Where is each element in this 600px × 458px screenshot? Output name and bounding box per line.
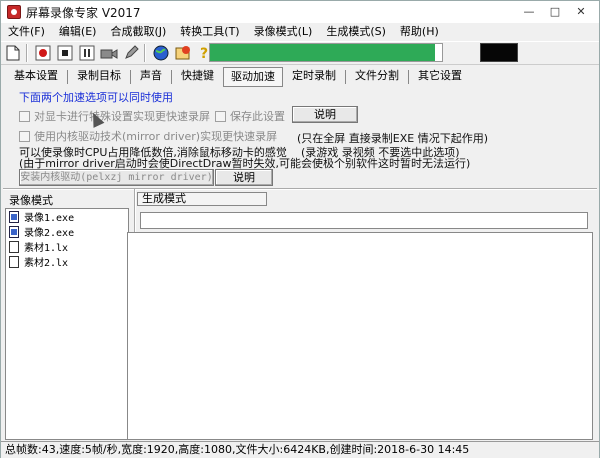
menu-compose[interactable]: 合成截取(J) xyxy=(103,23,173,41)
tab-0[interactable]: 基本设置 xyxy=(7,67,65,87)
list-item[interactable]: 素材1.lx xyxy=(6,239,128,254)
tab-separator xyxy=(345,70,346,84)
menu-edit[interactable]: 编辑(E) xyxy=(52,23,104,41)
menu-file[interactable]: 文件(F) xyxy=(1,23,52,41)
driver-acceleration-panel: 下面两个加速选项可以同时使用 对显卡进行特殊设置实现更快速录屏 保存此设置 说明… xyxy=(7,87,593,187)
tab-6[interactable]: 文件分割 xyxy=(348,67,406,87)
option-mirror-driver[interactable]: 使用内核驱动技术(mirror driver)实现更快速录屏 xyxy=(19,128,277,144)
list-item[interactable]: 素材2.lx xyxy=(6,254,128,269)
record-icon[interactable] xyxy=(33,43,53,63)
option-save-settings[interactable]: 保存此设置 xyxy=(215,108,285,124)
file-name: 素材2.lx xyxy=(24,258,69,269)
recording-progress-bar xyxy=(209,43,443,62)
window-title: 屏幕录像专家 V2017 xyxy=(26,5,141,20)
document-icon[interactable] xyxy=(3,43,23,63)
pause-icon[interactable] xyxy=(77,43,97,63)
explain-button-2[interactable]: 说明 xyxy=(215,169,273,186)
divider xyxy=(3,188,597,190)
panel-hint: 下面两个加速选项可以同时使用 xyxy=(19,91,173,104)
tab-1[interactable]: 录制目标 xyxy=(70,67,128,87)
file-name: 录像2.exe xyxy=(24,228,75,239)
tab-7[interactable]: 其它设置 xyxy=(411,67,469,87)
option-graphics-card[interactable]: 对显卡进行特殊设置实现更快速录屏 xyxy=(19,108,210,124)
tab-4[interactable]: 驱动加速 xyxy=(223,67,283,87)
tab-5[interactable]: 定时录制 xyxy=(285,67,343,87)
menu-generate-mode[interactable]: 生成模式(S) xyxy=(319,23,393,41)
record-mode-label: 录像模式 xyxy=(9,194,53,207)
status-bar: 总帧数:43,速度:5帧/秒,宽度:1920,高度:1080,文件大小:6424… xyxy=(1,441,599,458)
svg-text:?: ? xyxy=(200,46,208,61)
option-label: 保存此设置 xyxy=(230,110,285,123)
progress-fill xyxy=(210,44,436,61)
close-button[interactable]: ✕ xyxy=(569,4,593,20)
film-file-icon xyxy=(9,225,19,238)
menu-record-mode[interactable]: 录像模式(L) xyxy=(247,23,320,41)
globe-icon[interactable] xyxy=(151,43,171,63)
checkbox[interactable] xyxy=(19,110,30,122)
generate-input[interactable] xyxy=(140,212,588,229)
option-label: 对显卡进行特殊设置实现更快速录屏 xyxy=(34,110,210,123)
minimize-button[interactable]: — xyxy=(517,4,541,20)
checkbox[interactable] xyxy=(19,130,30,142)
toolbar-separator xyxy=(26,44,28,62)
menu-help[interactable]: 帮助(H) xyxy=(393,23,446,41)
title-bar: 屏幕录像专家 V2017 — □ ✕ xyxy=(1,1,599,23)
file-name: 录像1.exe xyxy=(24,213,75,224)
list-item[interactable]: 录像2.exe xyxy=(6,224,128,239)
tab-2[interactable]: 声音 xyxy=(133,67,169,87)
checkbox[interactable] xyxy=(215,110,226,122)
explain-button-1[interactable]: 说明 xyxy=(292,106,358,123)
tab-separator xyxy=(67,70,68,84)
generate-mode-label: 生成模式 xyxy=(137,192,267,206)
file-icon xyxy=(9,240,19,253)
preview-box xyxy=(480,43,518,62)
install-driver-button[interactable]: 安装内核驱动(pelxzj mirror driver) xyxy=(19,169,214,186)
tab-separator xyxy=(171,70,172,84)
app-logo-icon xyxy=(7,5,21,19)
camera-icon[interactable] xyxy=(99,43,119,63)
pencil-icon[interactable] xyxy=(121,43,141,63)
menu-convert[interactable]: 转换工具(T) xyxy=(173,23,246,41)
tab-separator xyxy=(408,70,409,84)
settings-icon[interactable] xyxy=(173,43,193,63)
settings-tabs: 基本设置 录制目标 声音 快捷键 驱动加速 定时录制 文件分割 其它设置 xyxy=(7,67,471,87)
list-item[interactable]: 录像1.exe xyxy=(6,209,128,224)
option-label: 使用内核驱动技术(mirror driver)实现更快速录屏 xyxy=(34,130,278,143)
film-file-icon xyxy=(9,210,19,223)
generate-area[interactable] xyxy=(127,232,593,440)
app-window: 屏幕录像专家 V2017 — □ ✕ 文件(F) 编辑(E) 合成截取(J) 转… xyxy=(0,0,600,458)
maximize-button[interactable]: □ xyxy=(543,4,567,20)
tab-3[interactable]: 快捷键 xyxy=(174,67,221,87)
file-list[interactable]: 录像1.exe 录像2.exe 素材1.lx 素材2.lx xyxy=(5,208,129,440)
file-name: 素材1.lx xyxy=(24,243,69,254)
toolbar-separator xyxy=(144,44,146,62)
menu-bar: 文件(F) 编辑(E) 合成截取(J) 转换工具(T) 录像模式(L) 生成模式… xyxy=(1,23,599,41)
file-icon xyxy=(9,255,19,268)
stop-icon[interactable] xyxy=(55,43,75,63)
tab-separator xyxy=(130,70,131,84)
